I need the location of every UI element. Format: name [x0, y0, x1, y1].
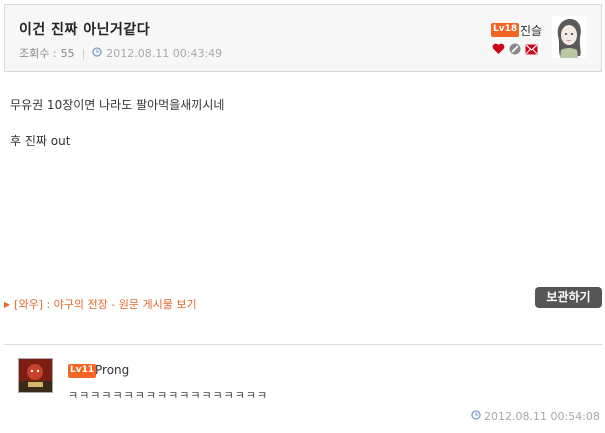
comment-text: ㅋㅋㅋㅋㅋㅋㅋㅋㅋㅋㅋㅋㅋㅋㅋㅋㅋㅋ [68, 389, 269, 402]
clock-icon [471, 410, 481, 423]
meta-separator: | [81, 46, 86, 60]
author-actions [492, 43, 538, 55]
comment-level-value: 11 [81, 365, 95, 375]
mail-icon[interactable] [525, 44, 538, 55]
comment-datetime: 2012.08.11 00:54:08 [484, 410, 600, 423]
post-body: 무유권 10장이면 나라도 팔아먹을새끼시네 후 진짜 out [10, 96, 224, 168]
views-label: 조회수 : [19, 47, 57, 60]
triangle-right-icon: ▶ [4, 299, 11, 309]
author-avatar[interactable] [552, 16, 586, 58]
comment-level-badge: Lv11 [68, 364, 97, 378]
comment-timestamp: 2012.08.11 00:54:08 [471, 410, 600, 423]
post-meta: 조회수 : 55 | 2012.08.11 00:43:49 [19, 45, 222, 61]
save-button[interactable]: 보관하기 [535, 287, 602, 308]
heart-icon[interactable] [492, 43, 505, 55]
comment-author-avatar[interactable] [18, 358, 53, 393]
clock-icon [92, 46, 102, 60]
original-post-link-text: [와우] : 야구의 전장 - 원문 게시물 보기 [14, 298, 197, 311]
divider [4, 344, 602, 345]
comment-author-name[interactable]: Prong [95, 363, 129, 377]
views-count: 55 [60, 46, 75, 60]
author-level-badge: Lv18 [491, 23, 520, 37]
post-body-line: 후 진짜 out [10, 134, 71, 148]
original-post-link[interactable]: ▶ [와우] : 야구의 전장 - 원문 게시물 보기 [4, 296, 197, 312]
post-header: 이건 진짜 아닌거같다 조회수 : 55 | 2012.08.11 00:43:… [4, 4, 602, 72]
post-title: 이건 진짜 아닌거같다 [19, 22, 151, 38]
author-level-value: 18 [504, 24, 518, 34]
post-datetime: 2012.08.11 00:43:49 [106, 46, 223, 60]
author-name[interactable]: 진슬 [520, 22, 542, 39]
post-body-line: 무유권 10장이면 나라도 팔아먹을새끼시네 [10, 98, 225, 112]
block-icon[interactable] [509, 43, 521, 55]
